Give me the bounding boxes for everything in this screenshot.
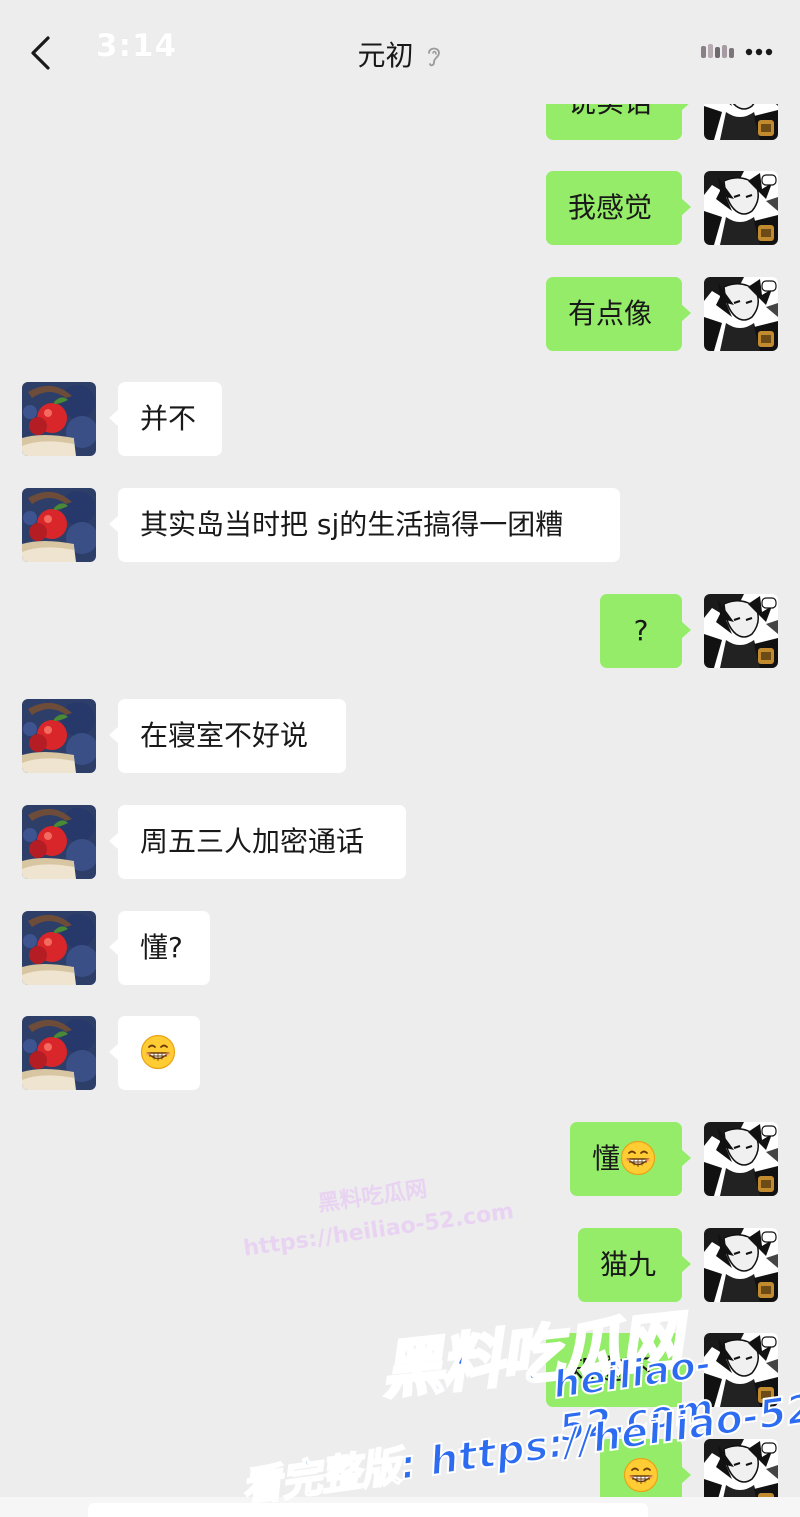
message-bubble[interactable]: 我感觉	[546, 171, 691, 245]
message-text: 懂?	[140, 931, 183, 964]
input-bar	[0, 1497, 800, 1517]
message-text: 猫九	[600, 1248, 657, 1281]
message-text: 懂	[592, 1142, 621, 1175]
self-avatar[interactable]	[704, 277, 778, 351]
message-row: 其实岛当时把 sj的生活搞得一团糟	[0, 488, 800, 562]
message-bubble[interactable]: 周五三人加密通话	[109, 805, 406, 879]
grin-emoji-icon	[623, 1457, 659, 1493]
message-text: 其实岛当时把 sj的生活搞得一团糟	[140, 508, 564, 541]
chat-title-bar: 元初	[0, 34, 800, 74]
message-bubble[interactable]: 懂?	[109, 911, 210, 985]
message-bubble[interactable]: ?	[600, 594, 691, 668]
message-row: 我感觉	[0, 171, 800, 245]
message-text: 在寝室不好说	[140, 719, 309, 752]
self-avatar[interactable]	[704, 1228, 778, 1302]
message-row: 懂?	[0, 911, 800, 985]
message-bubble[interactable]: 懂	[570, 1122, 691, 1196]
message-bubble[interactable]: 其实岛当时把 sj的生活搞得一团糟	[109, 488, 620, 562]
message-row: 并不	[0, 382, 800, 456]
contact-avatar[interactable]	[22, 488, 96, 562]
earpiece-mode-icon	[428, 47, 441, 67]
grin-emoji-icon	[140, 1034, 176, 1070]
status-mini-icon	[701, 44, 734, 58]
contact-avatar[interactable]	[22, 382, 96, 456]
message-text: 并不	[140, 402, 197, 435]
message-row	[0, 1016, 800, 1090]
contact-avatar[interactable]	[22, 911, 96, 985]
message-row: 有点像	[0, 277, 800, 351]
contact-avatar[interactable]	[22, 805, 96, 879]
message-text: ?	[633, 614, 649, 647]
contact-avatar[interactable]	[22, 699, 96, 773]
contact-avatar[interactable]	[22, 1016, 96, 1090]
message-row: ?	[0, 594, 800, 668]
message-input[interactable]	[88, 1503, 648, 1517]
self-avatar[interactable]	[704, 1122, 778, 1196]
chat-screen: 3:14 元初 我感觉 有点像 并不 其实岛当时把 sj的生活搞得一团糟 ? 在…	[0, 0, 800, 1517]
message-bubble[interactable]: 在寝室不好说	[109, 699, 346, 773]
message-bubble[interactable]	[109, 1016, 200, 1090]
message-row: 在寝室不好说	[0, 699, 800, 773]
message-bubble[interactable]: 并不	[109, 382, 222, 456]
chat-title: 元初	[357, 39, 414, 72]
chat-header: 3:14 元初	[0, 0, 800, 104]
message-row: 周五三人加密通话	[0, 805, 800, 879]
message-text: 周五三人加密通话	[140, 825, 365, 858]
message-text: 有点像	[568, 297, 653, 330]
grin-emoji-icon	[620, 1140, 656, 1176]
message-bubble[interactable]: 有点像	[546, 277, 691, 351]
more-options-icon[interactable]	[744, 40, 774, 64]
self-avatar[interactable]	[704, 171, 778, 245]
message-text: 我感觉	[568, 191, 653, 224]
self-avatar[interactable]	[704, 594, 778, 668]
